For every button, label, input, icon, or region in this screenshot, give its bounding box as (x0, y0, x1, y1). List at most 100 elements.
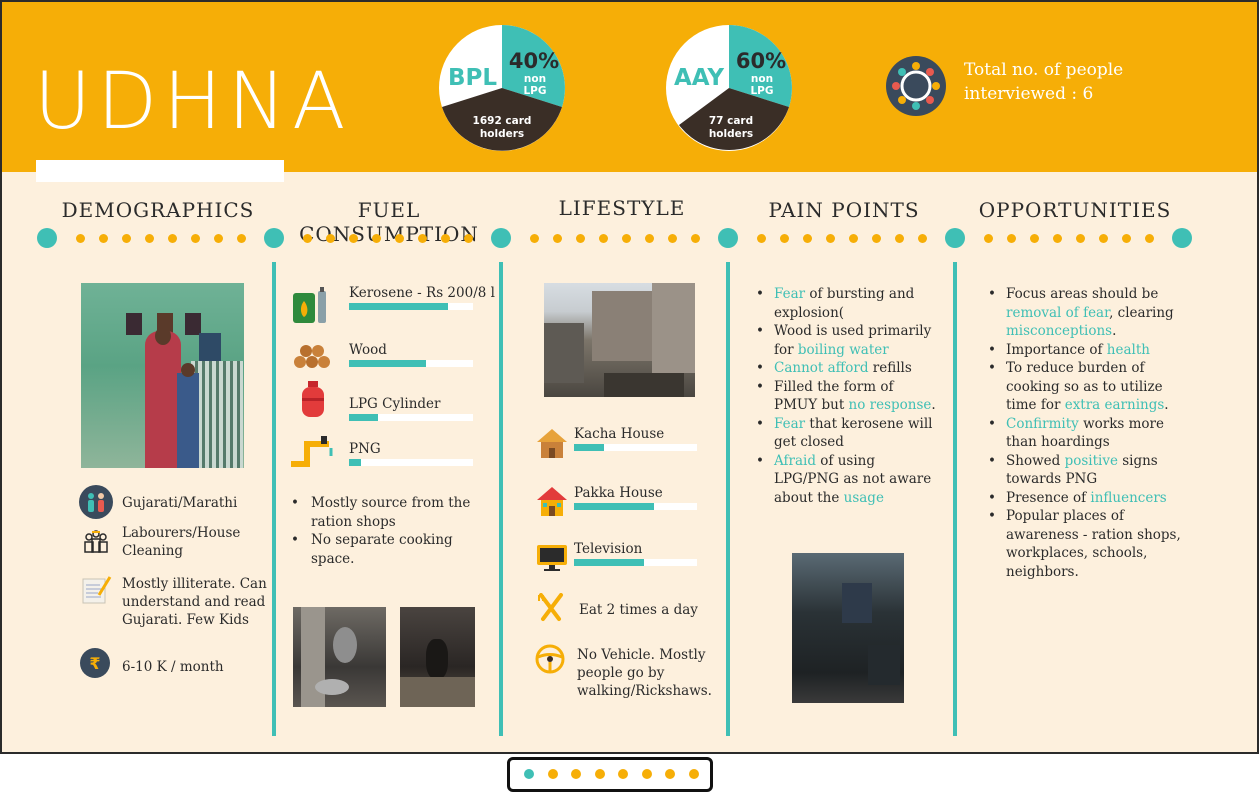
total-interviewed: Total no. of people interviewed : 6 (964, 58, 1164, 106)
body-text: . (931, 397, 936, 413)
body-text: towards PNG (1006, 471, 1098, 487)
header-band: UDHNA BPL 40% non LPG 1692 card holders … (2, 2, 1257, 182)
bullet: • (756, 415, 764, 432)
timeline-dot (645, 234, 654, 243)
slide-pager[interactable] (507, 757, 713, 792)
bullet: • (988, 286, 996, 302)
pain-point-line: get closed (754, 433, 944, 452)
pager-dot[interactable] (524, 769, 534, 779)
pager-dot[interactable] (571, 769, 581, 779)
timeline-dot (303, 234, 312, 243)
timeline-node (718, 228, 738, 248)
body-text: Importance of (1006, 341, 1107, 358)
life-level-bar (574, 503, 697, 510)
fuel-level-bar (349, 414, 473, 421)
pager-dot[interactable] (618, 769, 628, 779)
highlight-text: Cannot afford (774, 360, 869, 376)
timeline-dot (99, 234, 108, 243)
life-label: Pakka House (574, 485, 663, 501)
vehicle-text: No Vehicle. Mostly people go by walking/… (577, 646, 712, 700)
life-level-fill (574, 503, 654, 510)
pager-dot[interactable] (688, 769, 699, 779)
rupee-icon: ₹ (80, 648, 110, 682)
timeline-dot (326, 234, 335, 243)
body-text: cooking so as to utilize (1006, 378, 1163, 395)
opportunities-list: • Focus areas should be removal of fear, c… (986, 285, 1186, 581)
timeline-dot (530, 234, 539, 243)
note-line: Mostly source from the (311, 495, 471, 511)
opportunity-line: time for extra earnings. (986, 396, 1186, 415)
highlight-text: no response (848, 397, 932, 413)
aay-pie-chart: AAY 60% non LPG 77 card holders (666, 25, 792, 151)
body-text: for (774, 341, 798, 358)
fuel-level-fill (349, 459, 362, 466)
timeline-dot (418, 234, 427, 243)
literacy-line: understand and read (122, 594, 266, 610)
bpl-card-holders: 1692 card holders (472, 115, 532, 140)
body-text: signs (1117, 452, 1158, 469)
language-text: Gujarati/Marathi (122, 495, 238, 511)
pager-dot[interactable] (594, 769, 605, 779)
timeline-node (264, 228, 284, 248)
street-photo (544, 283, 695, 397)
fuel-level-bar (349, 459, 473, 466)
body-text: awareness - ration shops, (1006, 526, 1181, 543)
timeline-dot (872, 234, 881, 243)
occupation-line: Labourers/House (122, 525, 241, 541)
timeline-dot (918, 234, 927, 243)
fuel-label: Wood (349, 342, 387, 358)
bpl-pct: 40% (508, 49, 560, 73)
body-text: that kerosene will (805, 415, 933, 432)
bpl-pie-chart: BPL 40% non LPG 1692 card holders (439, 25, 565, 151)
highlight-text: Afraid (774, 452, 816, 469)
life-label: Television (574, 541, 643, 557)
body-text: Presence of (1006, 489, 1091, 506)
pager-dot[interactable] (547, 769, 558, 779)
timeline-dot (237, 234, 246, 243)
pain-point-line: • Cannot afford refills (754, 359, 944, 378)
timeline-dot (1145, 234, 1154, 243)
timeline-dot (191, 234, 200, 243)
timeline-dot (691, 234, 700, 243)
timeline-dot (668, 234, 677, 243)
opportunity-line: than hoardings (986, 433, 1186, 452)
body-text: about the (774, 489, 844, 506)
body-text: explosion( (774, 304, 845, 321)
meals-text: Eat 2 times a day (579, 602, 698, 618)
fuel-note: Mostly source from the ration shops (289, 494, 479, 531)
body-text: of bursting and (805, 286, 915, 302)
timeline-dot (168, 234, 177, 243)
body-text: PMUY but (774, 397, 849, 413)
fuel-level-bar (349, 303, 473, 310)
body-text: Popular places of (1006, 508, 1125, 524)
body-text: , clearing (1109, 304, 1174, 321)
bullet: • (988, 489, 996, 506)
highlight-text: health (1106, 341, 1150, 358)
timeline-dot (895, 234, 904, 243)
timeline-dot (622, 234, 631, 243)
opportunity-line: • Presence of influencers (986, 489, 1186, 508)
bullet: • (756, 452, 764, 469)
note-line: No separate cooking (311, 532, 453, 548)
kitchen-photo-2 (400, 607, 475, 707)
pager-dot[interactable] (641, 769, 652, 779)
body-text: refills (868, 360, 912, 376)
body-text: . (1164, 397, 1169, 413)
total-line-1: Total no. of people (964, 60, 1124, 80)
png-pipe-icon (289, 432, 337, 472)
vehicle-line: walking/Rickshaws. (577, 683, 712, 699)
body-text: of using (815, 452, 875, 469)
opportunity-line: removal of fear, clearing (986, 304, 1186, 323)
highlight-text: extra earnings (1064, 397, 1165, 413)
bullet: • (988, 341, 996, 358)
section-title-demographics: DEMOGRAPHICS (61, 198, 255, 222)
pain-point-line: about the usage (754, 489, 944, 508)
pakka-house-icon (535, 484, 569, 522)
pager-dot[interactable] (665, 769, 675, 779)
fork-knife-icon (537, 593, 565, 627)
fuel-level-fill (349, 414, 378, 421)
occupation-line: Cleaning (122, 543, 184, 559)
column-divider (499, 262, 503, 736)
wood-icon (292, 340, 332, 374)
bullet: • (988, 508, 996, 524)
